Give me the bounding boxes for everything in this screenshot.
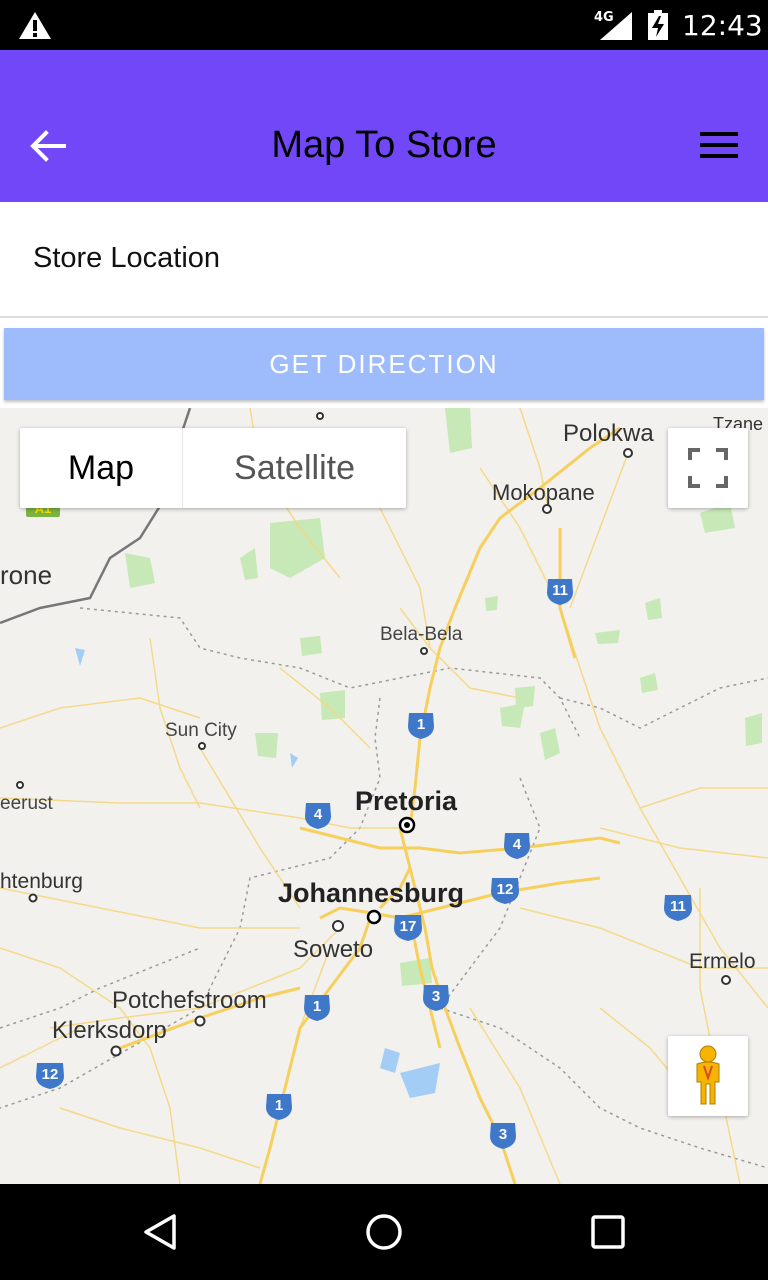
route-shield-n4-west: 4 [303,802,333,830]
page-title: Map To Store [271,124,497,166]
city-label-zeerust: eerust [0,793,53,814]
clock: 12:43 [682,9,763,42]
city-label-pretoria: Pretoria [355,786,458,816]
hamburger-menu-icon[interactable] [700,132,740,162]
route-shield-n1-south: 1 [302,994,332,1022]
route-shield-n12-west: 12 [34,1062,66,1090]
city-label-lichtenburg: htenburg [0,870,83,893]
fullscreen-button[interactable] [668,428,748,508]
nav-home-icon[interactable] [364,1212,404,1252]
route-shield-n1-far-south: 1 [264,1093,294,1121]
city-label-mokopane: Mokopane [492,480,595,505]
warning-icon [19,12,51,39]
route-shield-n3-mid: 3 [421,984,451,1012]
nav-back-icon[interactable] [140,1212,180,1252]
map-type-satellite-button[interactable]: Satellite [183,428,406,508]
nav-recents-icon[interactable] [590,1214,626,1250]
get-direction-button[interactable]: GET DIRECTION [4,328,764,400]
route-shield-n4-east: 4 [502,832,532,860]
street-view-pegman-icon [696,1045,720,1105]
route-shield-n11-east: 11 [662,894,694,922]
city-label-johannesburg: Johannesburg [278,878,465,908]
map-type-control: Map Satellite [20,428,406,508]
status-bar: 4G 12:43 [0,0,768,50]
street-view-pegman-button[interactable] [668,1036,748,1116]
route-shield-n17: 17 [392,914,424,942]
system-nav-bar [0,1184,768,1280]
city-label-ermelo: Ermelo [689,950,756,973]
app-bar: Map To Store [0,50,768,202]
signal-icon [600,12,632,40]
city-label-sun-city: Sun City [165,720,237,741]
city-label-bela-bela: Bela-Bela [380,624,463,645]
battery-charging-icon [648,10,668,40]
city-label-polokwane: Polokwa [563,420,654,447]
route-shield-n3-south: 3 [488,1122,518,1150]
map-type-map-button[interactable]: Map [20,428,183,508]
store-location-label: Store Location [33,242,221,274]
route-shield-n1-north: 1 [406,712,436,740]
city-label-potchefstroom: Potchefstroom [112,987,267,1014]
city-label-klerksdorp: Klerksdorp [52,1017,167,1044]
map-view[interactable]: Pretoria Johannesburg Soweto Polokwa Tza… [0,408,768,1184]
fullscreen-icon [688,448,728,488]
city-label-gaborone: rone [0,560,53,590]
route-shield-n11-north: 11 [545,578,575,606]
route-shield-n12-east: 12 [489,877,521,905]
city-label-soweto: Soweto [293,936,374,963]
store-location-section: Store Location [0,202,768,318]
